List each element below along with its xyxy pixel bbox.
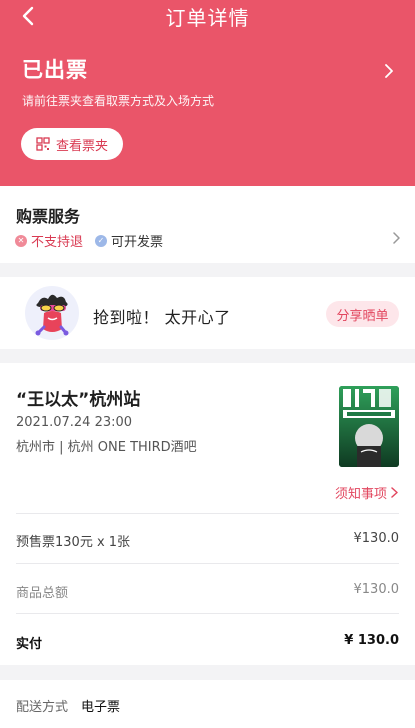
subtotal-label: 商品总额 <box>16 586 69 601</box>
chevron-right-icon[interactable] <box>382 62 396 80</box>
notice-label: 须知事项 <box>335 487 388 502</box>
check-circle-icon: ✓ <box>95 234 107 247</box>
paid-value: ¥ 130.0 <box>344 633 399 648</box>
view-ticket-wallet-label: 查看票夹 <box>55 138 108 154</box>
divider <box>16 563 399 564</box>
service-no-refund: ✕ 不支持退 <box>15 231 83 250</box>
delivery-label: 配送方式 <box>16 700 69 715</box>
share-card: 抢到啦！ 太开心了 分享晒单 <box>0 277 415 349</box>
view-ticket-wallet-button[interactable]: 查看票夹 <box>21 128 123 160</box>
qr-code-icon <box>36 137 50 151</box>
mascot-avatar <box>25 286 79 340</box>
chevron-right-icon[interactable] <box>391 231 401 245</box>
delivery-card: 配送方式 电子票 <box>0 680 415 728</box>
services-title: 购票服务 <box>16 207 81 226</box>
divider <box>16 513 399 514</box>
cross-circle-icon: ✕ <box>15 234 27 247</box>
ticket-price-label: 预售票130元 x 1张 <box>16 535 131 550</box>
event-title[interactable]: “王以太”杭州站 <box>16 385 140 410</box>
service-label: 可开发票 <box>111 235 164 250</box>
page-title: 订单详情 <box>165 6 250 30</box>
ticket-status[interactable]: 已出票 <box>22 54 88 84</box>
event-poster-image[interactable] <box>339 386 399 467</box>
purchase-services-card[interactable]: 购票服务 ✕ 不支持退 ✓ 可开发票 <box>0 186 415 263</box>
subtotal-row: 商品总额 ¥130.0 <box>16 582 399 601</box>
order-info-card: “王以太”杭州站 2021.07.24 23:00 杭州市 | 杭州 ONE T… <box>0 363 415 665</box>
notice-link[interactable]: 须知事项 <box>335 483 398 502</box>
order-status-header: 订单详情 已出票 请前往票夹查看取票方式及入场方式 查看票夹 <box>0 0 415 186</box>
subtotal-value: ¥130.0 <box>353 582 400 597</box>
share-message: 抢到啦！ 太开心了 <box>93 308 231 327</box>
service-label: 不支持退 <box>31 235 84 250</box>
event-venue: 杭州市 | 杭州 ONE THIRD酒吧 <box>16 440 197 455</box>
status-subtitle: 请前往票夹查看取票方式及入场方式 <box>22 94 215 108</box>
paid-label: 实付 <box>16 637 43 652</box>
divider <box>16 613 399 614</box>
service-invoice: ✓ 可开发票 <box>95 231 163 250</box>
event-datetime: 2021.07.24 23:00 <box>16 415 133 430</box>
ticket-price-value: ¥130.0 <box>353 531 400 546</box>
delivery-value: 电子票 <box>81 700 121 715</box>
ticket-price-row: 预售票130元 x 1张 ¥130.0 <box>16 531 399 550</box>
paid-row: 实付 ¥ 130.0 <box>16 633 399 652</box>
share-order-button[interactable]: 分享晒单 <box>326 301 399 327</box>
chevron-right-icon <box>391 487 398 498</box>
